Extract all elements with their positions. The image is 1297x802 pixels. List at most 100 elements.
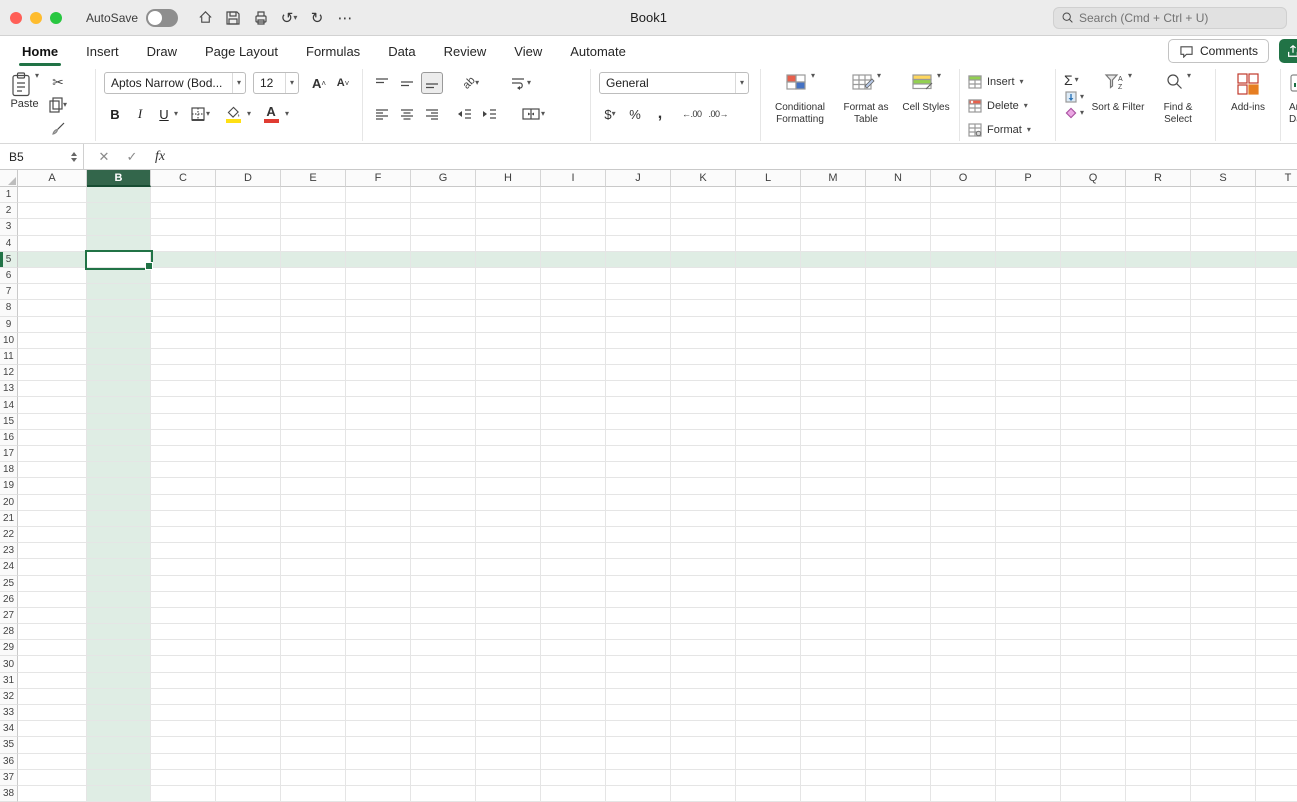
cell[interactable] xyxy=(346,656,411,673)
increase-decimal-button[interactable]: ←.00 xyxy=(680,103,704,125)
cell[interactable] xyxy=(87,640,151,657)
cell[interactable] xyxy=(541,462,606,479)
row-header-26[interactable]: 26 xyxy=(0,591,18,608)
cell[interactable] xyxy=(216,769,281,786)
cell[interactable] xyxy=(216,721,281,738)
cell[interactable] xyxy=(866,543,931,560)
cell[interactable] xyxy=(346,413,411,430)
cell[interactable] xyxy=(1061,640,1126,657)
cell[interactable] xyxy=(541,284,606,301)
cell[interactable] xyxy=(866,688,931,705)
column-header-O[interactable]: O xyxy=(931,170,996,187)
cell[interactable] xyxy=(606,413,671,430)
cell[interactable] xyxy=(541,526,606,544)
cell[interactable] xyxy=(606,446,671,463)
cell[interactable] xyxy=(476,672,541,689)
cell[interactable] xyxy=(1191,591,1256,608)
cell[interactable] xyxy=(411,462,476,479)
cell[interactable] xyxy=(346,737,411,754)
cell[interactable] xyxy=(281,203,346,220)
cell[interactable] xyxy=(216,381,281,398)
cell[interactable] xyxy=(541,624,606,641)
cell[interactable] xyxy=(281,769,346,786)
cell[interactable] xyxy=(801,300,866,317)
row-header-17[interactable]: 17 xyxy=(0,446,18,463)
cell[interactable] xyxy=(1256,478,1297,495)
cell[interactable] xyxy=(18,316,87,333)
cell[interactable] xyxy=(801,656,866,673)
cell[interactable] xyxy=(671,672,736,689)
cell[interactable] xyxy=(801,672,866,689)
cell[interactable] xyxy=(541,267,606,285)
cell[interactable] xyxy=(411,494,476,511)
cell[interactable] xyxy=(996,413,1061,430)
cell[interactable] xyxy=(18,721,87,738)
cell[interactable] xyxy=(346,397,411,414)
cell[interactable] xyxy=(87,316,151,333)
cell[interactable] xyxy=(996,187,1061,204)
row-header-22[interactable]: 22 xyxy=(0,526,18,544)
cell[interactable] xyxy=(87,737,151,754)
cell[interactable] xyxy=(87,526,151,544)
print-icon[interactable] xyxy=(250,6,272,30)
cell[interactable] xyxy=(346,267,411,285)
cell[interactable] xyxy=(216,624,281,641)
cell[interactable] xyxy=(931,235,996,252)
cell[interactable] xyxy=(736,446,801,463)
align-right-button[interactable] xyxy=(421,103,443,125)
cell[interactable] xyxy=(1256,607,1297,625)
cell[interactable] xyxy=(281,251,346,268)
cell[interactable] xyxy=(87,688,151,705)
cell[interactable] xyxy=(151,478,216,495)
cell[interactable] xyxy=(18,656,87,673)
cell[interactable] xyxy=(671,235,736,252)
cell[interactable] xyxy=(736,413,801,430)
cell[interactable] xyxy=(801,446,866,463)
cell[interactable] xyxy=(18,332,87,349)
cell[interactable] xyxy=(1061,721,1126,738)
cell[interactable] xyxy=(931,591,996,608)
cell[interactable] xyxy=(1256,785,1297,802)
cell[interactable] xyxy=(281,543,346,560)
cell[interactable] xyxy=(346,607,411,625)
cell[interactable] xyxy=(411,348,476,366)
cell[interactable] xyxy=(18,397,87,414)
cell[interactable] xyxy=(1191,235,1256,252)
row-header-30[interactable]: 30 xyxy=(0,656,18,673)
cell[interactable] xyxy=(671,526,736,544)
cell[interactable] xyxy=(346,203,411,220)
cell[interactable] xyxy=(151,543,216,560)
cell[interactable] xyxy=(411,235,476,252)
cell[interactable] xyxy=(1126,672,1191,689)
cell[interactable] xyxy=(87,769,151,786)
cell[interactable] xyxy=(281,575,346,592)
cell[interactable] xyxy=(476,381,541,398)
cell[interactable] xyxy=(736,785,801,802)
cell[interactable] xyxy=(476,203,541,220)
cell[interactable] xyxy=(87,494,151,511)
cell[interactable] xyxy=(346,494,411,511)
cell[interactable] xyxy=(281,640,346,657)
cell[interactable] xyxy=(476,348,541,366)
cell[interactable] xyxy=(736,348,801,366)
cell[interactable] xyxy=(541,753,606,770)
cell[interactable] xyxy=(996,332,1061,349)
cell[interactable] xyxy=(1191,348,1256,366)
cell[interactable] xyxy=(87,559,151,576)
cell[interactable] xyxy=(801,235,866,252)
cell[interactable] xyxy=(476,267,541,285)
cell[interactable] xyxy=(151,607,216,625)
cell[interactable] xyxy=(476,429,541,446)
cell[interactable] xyxy=(346,381,411,398)
find-select-button[interactable]: ▾ Find & Select xyxy=(1152,72,1204,126)
cell[interactable] xyxy=(476,607,541,625)
copy-button[interactable]: ▾ xyxy=(47,95,69,115)
cell[interactable] xyxy=(346,316,411,333)
cell[interactable] xyxy=(996,446,1061,463)
cell[interactable] xyxy=(606,688,671,705)
cell[interactable] xyxy=(931,462,996,479)
cell[interactable] xyxy=(866,203,931,220)
font-name-combo[interactable]: Aptos Narrow (Bod... ▾ xyxy=(104,72,246,94)
cell[interactable] xyxy=(541,235,606,252)
cell[interactable] xyxy=(151,559,216,576)
